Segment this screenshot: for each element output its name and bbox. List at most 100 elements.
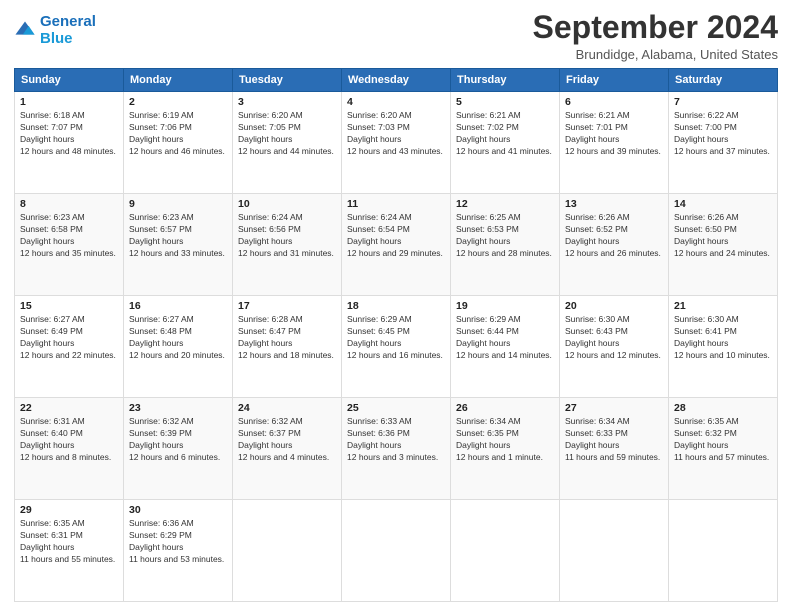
day-number: 8 — [20, 198, 118, 210]
calendar-cell: 25 Sunrise: 6:33 AM Sunset: 6:36 PM Dayl… — [342, 398, 451, 500]
day-number: 25 — [347, 402, 445, 414]
day-info: Sunrise: 6:22 AM Sunset: 7:00 PM Dayligh… — [674, 110, 772, 158]
header-monday: Monday — [124, 69, 233, 92]
month-title: September 2024 — [533, 10, 778, 45]
day-number: 21 — [674, 300, 772, 312]
calendar-week-3: 22 Sunrise: 6:31 AM Sunset: 6:40 PM Dayl… — [15, 398, 778, 500]
calendar-cell: 2 Sunrise: 6:19 AM Sunset: 7:06 PM Dayli… — [124, 92, 233, 194]
calendar-cell: 19 Sunrise: 6:29 AM Sunset: 6:44 PM Dayl… — [451, 296, 560, 398]
day-number: 9 — [129, 198, 227, 210]
day-info: Sunrise: 6:34 AM Sunset: 6:33 PM Dayligh… — [565, 416, 663, 464]
calendar-cell: 18 Sunrise: 6:29 AM Sunset: 6:45 PM Dayl… — [342, 296, 451, 398]
day-number: 24 — [238, 402, 336, 414]
day-info: Sunrise: 6:21 AM Sunset: 7:02 PM Dayligh… — [456, 110, 554, 158]
day-number: 28 — [674, 402, 772, 414]
day-number: 17 — [238, 300, 336, 312]
day-info: Sunrise: 6:35 AM Sunset: 6:32 PM Dayligh… — [674, 416, 772, 464]
day-info: Sunrise: 6:19 AM Sunset: 7:06 PM Dayligh… — [129, 110, 227, 158]
header-friday: Friday — [560, 69, 669, 92]
calendar-cell — [342, 500, 451, 602]
calendar-cell: 12 Sunrise: 6:25 AM Sunset: 6:53 PM Dayl… — [451, 194, 560, 296]
day-info: Sunrise: 6:36 AM Sunset: 6:29 PM Dayligh… — [129, 518, 227, 566]
header-wednesday: Wednesday — [342, 69, 451, 92]
calendar-cell — [669, 500, 778, 602]
day-number: 20 — [565, 300, 663, 312]
day-info: Sunrise: 6:30 AM Sunset: 6:41 PM Dayligh… — [674, 314, 772, 362]
day-number: 14 — [674, 198, 772, 210]
calendar-cell: 9 Sunrise: 6:23 AM Sunset: 6:57 PM Dayli… — [124, 194, 233, 296]
day-info: Sunrise: 6:20 AM Sunset: 7:03 PM Dayligh… — [347, 110, 445, 158]
calendar-week-0: 1 Sunrise: 6:18 AM Sunset: 7:07 PM Dayli… — [15, 92, 778, 194]
page: General Blue September 2024 Brundidge, A… — [0, 0, 792, 612]
calendar-cell: 23 Sunrise: 6:32 AM Sunset: 6:39 PM Dayl… — [124, 398, 233, 500]
calendar-cell — [560, 500, 669, 602]
calendar-cell: 28 Sunrise: 6:35 AM Sunset: 6:32 PM Dayl… — [669, 398, 778, 500]
calendar-week-2: 15 Sunrise: 6:27 AM Sunset: 6:49 PM Dayl… — [15, 296, 778, 398]
calendar-cell: 7 Sunrise: 6:22 AM Sunset: 7:00 PM Dayli… — [669, 92, 778, 194]
day-info: Sunrise: 6:23 AM Sunset: 6:58 PM Dayligh… — [20, 212, 118, 260]
calendar-cell: 3 Sunrise: 6:20 AM Sunset: 7:05 PM Dayli… — [233, 92, 342, 194]
day-number: 27 — [565, 402, 663, 414]
title-section: September 2024 Brundidge, Alabama, Unite… — [533, 10, 778, 62]
day-number: 4 — [347, 96, 445, 108]
day-info: Sunrise: 6:32 AM Sunset: 6:37 PM Dayligh… — [238, 416, 336, 464]
day-info: Sunrise: 6:29 AM Sunset: 6:44 PM Dayligh… — [456, 314, 554, 362]
calendar-cell: 16 Sunrise: 6:27 AM Sunset: 6:48 PM Dayl… — [124, 296, 233, 398]
calendar-cell: 14 Sunrise: 6:26 AM Sunset: 6:50 PM Dayl… — [669, 194, 778, 296]
day-info: Sunrise: 6:24 AM Sunset: 6:54 PM Dayligh… — [347, 212, 445, 260]
logo: General Blue — [14, 14, 96, 47]
day-info: Sunrise: 6:33 AM Sunset: 6:36 PM Dayligh… — [347, 416, 445, 464]
day-info: Sunrise: 6:30 AM Sunset: 6:43 PM Dayligh… — [565, 314, 663, 362]
day-number: 29 — [20, 504, 118, 516]
day-info: Sunrise: 6:28 AM Sunset: 6:47 PM Dayligh… — [238, 314, 336, 362]
calendar-cell: 29 Sunrise: 6:35 AM Sunset: 6:31 PM Dayl… — [15, 500, 124, 602]
day-info: Sunrise: 6:23 AM Sunset: 6:57 PM Dayligh… — [129, 212, 227, 260]
day-number: 1 — [20, 96, 118, 108]
weekday-header-row: Sunday Monday Tuesday Wednesday Thursday… — [15, 69, 778, 92]
day-info: Sunrise: 6:25 AM Sunset: 6:53 PM Dayligh… — [456, 212, 554, 260]
header-saturday: Saturday — [669, 69, 778, 92]
header-tuesday: Tuesday — [233, 69, 342, 92]
calendar-week-4: 29 Sunrise: 6:35 AM Sunset: 6:31 PM Dayl… — [15, 500, 778, 602]
calendar-cell: 13 Sunrise: 6:26 AM Sunset: 6:52 PM Dayl… — [560, 194, 669, 296]
day-info: Sunrise: 6:34 AM Sunset: 6:35 PM Dayligh… — [456, 416, 554, 464]
day-number: 10 — [238, 198, 336, 210]
day-info: Sunrise: 6:21 AM Sunset: 7:01 PM Dayligh… — [565, 110, 663, 158]
calendar-cell: 27 Sunrise: 6:34 AM Sunset: 6:33 PM Dayl… — [560, 398, 669, 500]
calendar-cell: 5 Sunrise: 6:21 AM Sunset: 7:02 PM Dayli… — [451, 92, 560, 194]
location: Brundidge, Alabama, United States — [533, 47, 778, 62]
calendar-cell: 1 Sunrise: 6:18 AM Sunset: 7:07 PM Dayli… — [15, 92, 124, 194]
day-number: 18 — [347, 300, 445, 312]
day-info: Sunrise: 6:26 AM Sunset: 6:50 PM Dayligh… — [674, 212, 772, 260]
day-number: 22 — [20, 402, 118, 414]
day-number: 23 — [129, 402, 227, 414]
day-info: Sunrise: 6:20 AM Sunset: 7:05 PM Dayligh… — [238, 110, 336, 158]
day-info: Sunrise: 6:29 AM Sunset: 6:45 PM Dayligh… — [347, 314, 445, 362]
day-info: Sunrise: 6:18 AM Sunset: 7:07 PM Dayligh… — [20, 110, 118, 158]
calendar-cell — [451, 500, 560, 602]
logo-text: General Blue — [40, 14, 96, 47]
header-thursday: Thursday — [451, 69, 560, 92]
logo-icon — [14, 20, 36, 42]
calendar-cell: 17 Sunrise: 6:28 AM Sunset: 6:47 PM Dayl… — [233, 296, 342, 398]
day-info: Sunrise: 6:27 AM Sunset: 6:49 PM Dayligh… — [20, 314, 118, 362]
calendar-cell: 11 Sunrise: 6:24 AM Sunset: 6:54 PM Dayl… — [342, 194, 451, 296]
day-number: 26 — [456, 402, 554, 414]
day-info: Sunrise: 6:27 AM Sunset: 6:48 PM Dayligh… — [129, 314, 227, 362]
calendar-cell: 26 Sunrise: 6:34 AM Sunset: 6:35 PM Dayl… — [451, 398, 560, 500]
day-number: 16 — [129, 300, 227, 312]
calendar-cell: 30 Sunrise: 6:36 AM Sunset: 6:29 PM Dayl… — [124, 500, 233, 602]
day-number: 7 — [674, 96, 772, 108]
day-number: 3 — [238, 96, 336, 108]
calendar: Sunday Monday Tuesday Wednesday Thursday… — [14, 68, 778, 602]
day-number: 15 — [20, 300, 118, 312]
day-number: 5 — [456, 96, 554, 108]
day-info: Sunrise: 6:26 AM Sunset: 6:52 PM Dayligh… — [565, 212, 663, 260]
day-info: Sunrise: 6:24 AM Sunset: 6:56 PM Dayligh… — [238, 212, 336, 260]
day-number: 2 — [129, 96, 227, 108]
calendar-cell: 15 Sunrise: 6:27 AM Sunset: 6:49 PM Dayl… — [15, 296, 124, 398]
day-info: Sunrise: 6:31 AM Sunset: 6:40 PM Dayligh… — [20, 416, 118, 464]
calendar-week-1: 8 Sunrise: 6:23 AM Sunset: 6:58 PM Dayli… — [15, 194, 778, 296]
calendar-cell: 24 Sunrise: 6:32 AM Sunset: 6:37 PM Dayl… — [233, 398, 342, 500]
day-info: Sunrise: 6:35 AM Sunset: 6:31 PM Dayligh… — [20, 518, 118, 566]
